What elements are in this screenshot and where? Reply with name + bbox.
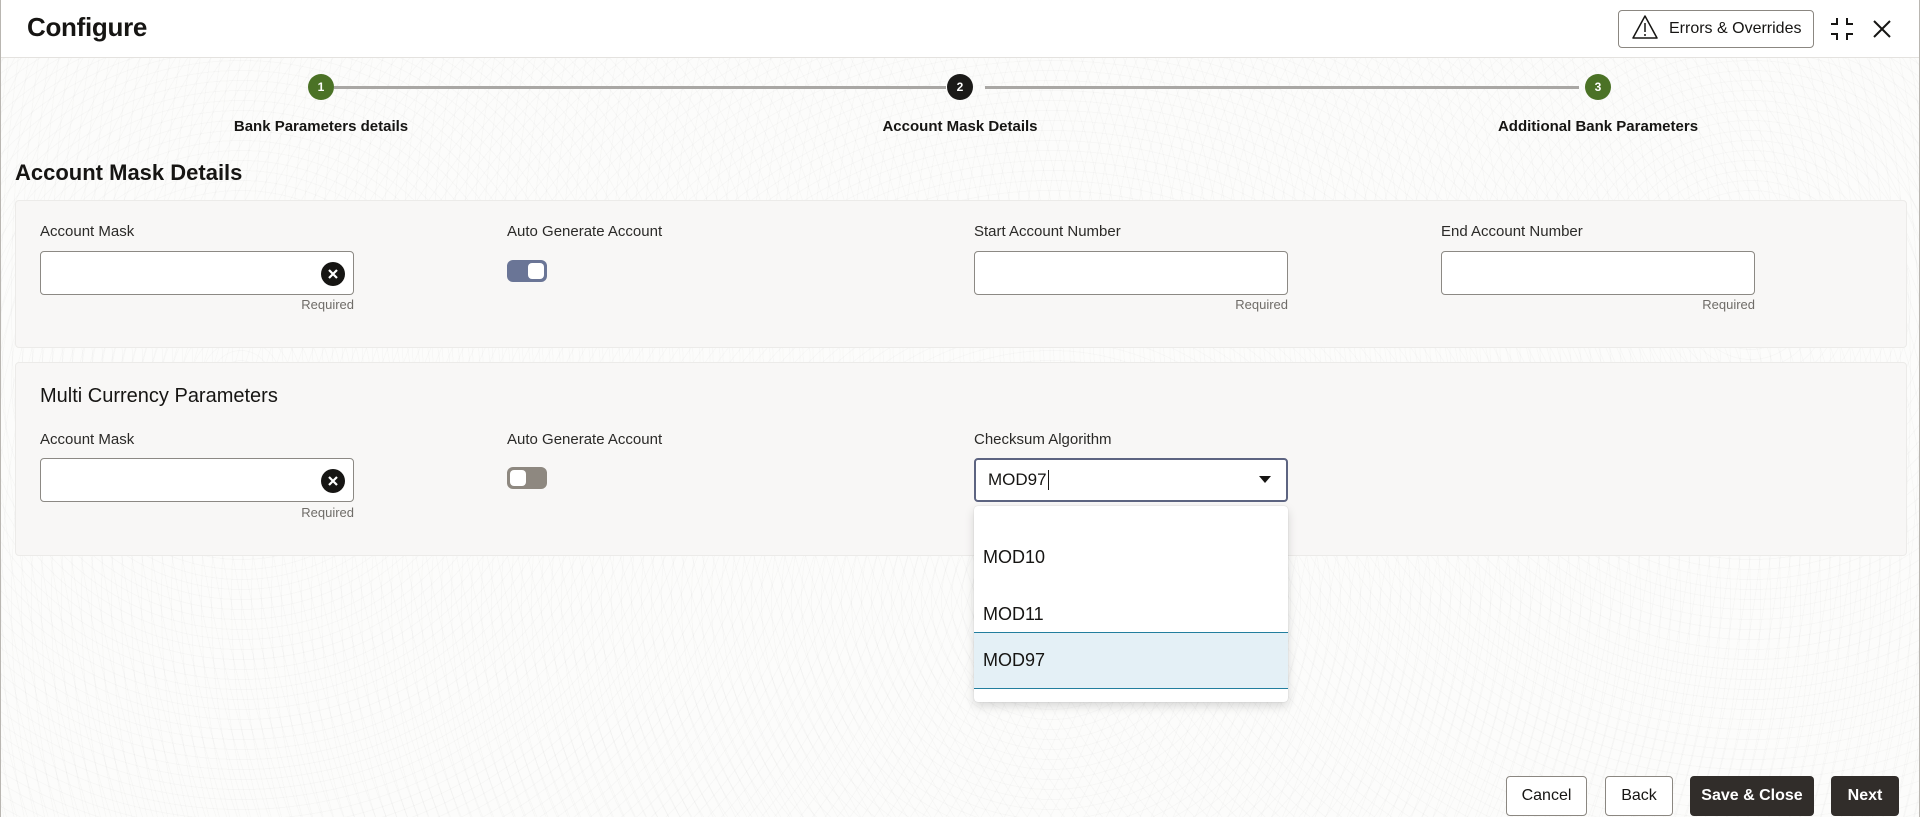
- end-account-label: End Account Number: [1441, 223, 1583, 240]
- step-connector: [985, 86, 1579, 89]
- end-account-helper: Required: [1702, 297, 1755, 312]
- mc-account-mask-input[interactable]: [40, 458, 354, 502]
- mc-auto-generate-label: Auto Generate Account: [507, 431, 663, 448]
- collapse-icon[interactable]: [1828, 15, 1856, 43]
- multi-currency-panel: Multi Currency Parameters Account Mask R…: [15, 362, 1907, 556]
- checksum-algorithm-label: Checksum Algorithm: [974, 431, 1112, 448]
- next-button[interactable]: Next: [1831, 776, 1899, 816]
- configure-window: Configure Errors & Overrides 1 Bank Para…: [0, 0, 1920, 817]
- clear-icon[interactable]: [321, 262, 345, 286]
- page-title: Configure: [27, 12, 148, 42]
- cancel-button[interactable]: Cancel: [1506, 776, 1587, 816]
- end-account-input[interactable]: [1441, 251, 1755, 295]
- errors-overrides-label: Errors & Overrides: [1669, 20, 1802, 37]
- step-connector: [334, 86, 946, 89]
- checksum-algorithm-select[interactable]: MOD97: [974, 458, 1288, 502]
- text-caret: [1047, 470, 1049, 490]
- account-mask-panel: Account Mask Required Auto Generate Acco…: [15, 200, 1907, 348]
- account-mask-helper: Required: [301, 297, 354, 312]
- dropdown-option-mod97[interactable]: MOD97: [974, 632, 1288, 689]
- warning-icon: [1631, 14, 1659, 45]
- step-2-dot[interactable]: 2: [947, 74, 973, 100]
- checksum-dropdown-list: MOD10 MOD11 MOD97: [974, 506, 1288, 702]
- checksum-algorithm-value: MOD97: [988, 470, 1047, 489]
- section-title: Account Mask Details: [15, 160, 243, 185]
- toggle-knob: [510, 470, 526, 486]
- start-account-helper: Required: [1235, 297, 1288, 312]
- clear-icon[interactable]: [321, 469, 345, 493]
- step-1-dot[interactable]: 1: [308, 74, 334, 100]
- mc-account-mask-helper: Required: [301, 505, 354, 520]
- account-mask-input[interactable]: [40, 251, 354, 295]
- mc-account-mask-label: Account Mask: [40, 431, 135, 448]
- back-button[interactable]: Back: [1605, 776, 1673, 816]
- step-3-dot[interactable]: 3: [1585, 74, 1611, 100]
- dropdown-option-mod10[interactable]: MOD10: [974, 529, 1288, 586]
- save-close-button[interactable]: Save & Close: [1690, 776, 1814, 816]
- errors-overrides-button[interactable]: Errors & Overrides: [1618, 10, 1814, 48]
- chevron-down-icon[interactable]: [1258, 474, 1272, 484]
- auto-generate-label: Auto Generate Account: [507, 223, 663, 240]
- multi-currency-title: Multi Currency Parameters: [40, 385, 278, 407]
- close-icon[interactable]: [1868, 15, 1896, 43]
- step-1-label[interactable]: Bank Parameters details: [234, 118, 408, 135]
- step-2-label[interactable]: Account Mask Details: [882, 118, 1037, 135]
- mc-auto-generate-toggle[interactable]: [507, 467, 547, 489]
- auto-generate-toggle[interactable]: [507, 260, 547, 282]
- toggle-knob: [528, 263, 544, 279]
- step-3-label[interactable]: Additional Bank Parameters: [1498, 118, 1698, 135]
- account-mask-label: Account Mask: [40, 223, 135, 240]
- header: Configure Errors & Overrides: [1, 0, 1919, 58]
- start-account-label: Start Account Number: [974, 223, 1121, 240]
- start-account-input[interactable]: [974, 251, 1288, 295]
